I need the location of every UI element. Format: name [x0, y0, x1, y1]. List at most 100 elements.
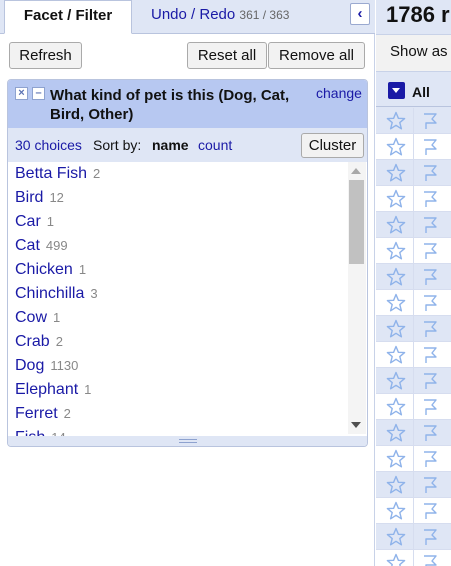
cell-divider: [413, 394, 414, 420]
star-icon[interactable]: [386, 475, 406, 498]
cell-divider: [413, 108, 414, 134]
facet-choice-label: Cat: [15, 237, 40, 254]
flag-icon[interactable]: [420, 111, 440, 134]
facet-choice-item[interactable]: Dog 1130: [15, 357, 78, 381]
table-row: [376, 524, 451, 550]
star-icon[interactable]: [386, 137, 406, 160]
star-icon[interactable]: [386, 527, 406, 550]
table-row: [376, 498, 451, 524]
facet-choice-label: Cow: [15, 309, 48, 326]
scroll-down-icon[interactable]: [351, 422, 361, 428]
star-icon[interactable]: [386, 501, 406, 524]
table-row: [376, 212, 451, 238]
close-facet-icon[interactable]: ×: [15, 87, 28, 100]
facet-choice-item[interactable]: Cow 1: [15, 309, 60, 333]
flag-icon[interactable]: [420, 293, 440, 316]
facet-resize-handle[interactable]: [8, 436, 367, 446]
facet-choice-item[interactable]: Bird 12: [15, 189, 64, 213]
facet-choice-item[interactable]: Chicken 1: [15, 261, 86, 285]
facet-choice-item[interactable]: Fish14: [15, 429, 66, 436]
flag-icon[interactable]: [420, 397, 440, 420]
column-dropdown-icon[interactable]: [388, 82, 405, 99]
facet-controls: 30 choices Sort by: name count Cluster: [8, 128, 367, 162]
facet-choice-count: 12: [49, 190, 64, 205]
facet-choice-label: Ferret: [15, 405, 58, 422]
star-icon[interactable]: [386, 163, 406, 186]
flag-icon[interactable]: [420, 345, 440, 368]
choices-count-link[interactable]: 30 choices: [15, 137, 82, 153]
flag-icon[interactable]: [420, 267, 440, 290]
table-row: [376, 394, 451, 420]
facet-choice-label: Elephant: [15, 381, 79, 398]
tab-facet-filter[interactable]: Facet / Filter: [4, 0, 132, 34]
table-row: [376, 134, 451, 160]
table-row: [376, 472, 451, 498]
facet-choice-item[interactable]: Chinchilla 3: [15, 285, 98, 309]
star-icon[interactable]: [386, 449, 406, 472]
tab-bar: Facet / Filter Undo / Redo 361 / 363 ‹: [0, 0, 375, 34]
facet-choice-item[interactable]: Elephant 1: [15, 381, 91, 405]
star-icon[interactable]: [386, 423, 406, 446]
star-icon[interactable]: [386, 397, 406, 420]
sort-by-name[interactable]: name: [152, 137, 189, 153]
table-row: [376, 550, 451, 566]
flag-icon[interactable]: [420, 241, 440, 264]
star-icon[interactable]: [386, 371, 406, 394]
scroll-up-icon[interactable]: [351, 168, 361, 174]
collapse-panel-button[interactable]: ‹: [350, 3, 370, 25]
cell-divider: [413, 316, 414, 342]
cell-divider: [413, 368, 414, 394]
sort-by-count-link[interactable]: count: [198, 137, 232, 153]
flag-icon[interactable]: [420, 189, 440, 212]
flag-icon[interactable]: [420, 475, 440, 498]
grip-line-top: [179, 439, 197, 440]
grid-rows: [376, 108, 451, 566]
star-icon[interactable]: [386, 241, 406, 264]
table-row: [376, 316, 451, 342]
facet-choice-label: Bird: [15, 189, 44, 206]
scroll-thumb[interactable]: [349, 180, 364, 264]
facet-choice-item[interactable]: Ferret 2: [15, 405, 71, 429]
facet-change-link[interactable]: change: [316, 85, 362, 101]
facet-choice-label: Chinchilla: [15, 285, 85, 302]
all-column-label: All: [412, 84, 430, 100]
star-icon[interactable]: [386, 215, 406, 238]
flag-icon[interactable]: [420, 501, 440, 524]
flag-icon[interactable]: [420, 371, 440, 394]
flag-icon[interactable]: [420, 137, 440, 160]
table-row: [376, 238, 451, 264]
flag-icon[interactable]: [420, 423, 440, 446]
facet-choice-count: 2: [55, 334, 63, 349]
remove-all-button[interactable]: Remove all: [268, 42, 365, 69]
facet-choice-item[interactable]: Crab 2: [15, 333, 63, 357]
flag-icon[interactable]: [420, 215, 440, 238]
facet-choice-item[interactable]: Cat 499: [15, 237, 68, 261]
star-icon[interactable]: [386, 111, 406, 134]
star-icon[interactable]: [386, 267, 406, 290]
cell-divider: [413, 290, 414, 316]
star-icon[interactable]: [386, 293, 406, 316]
cluster-button[interactable]: Cluster: [301, 133, 364, 158]
data-grid-panel: 1786 r Show as All: [376, 0, 451, 566]
facet-choice-item[interactable]: Car 1: [15, 213, 54, 237]
flag-icon[interactable]: [420, 319, 440, 342]
star-icon[interactable]: [386, 553, 406, 566]
table-row: [376, 368, 451, 394]
reset-all-button[interactable]: Reset all: [187, 42, 267, 69]
flag-icon[interactable]: [420, 527, 440, 550]
minimize-facet-icon[interactable]: –: [32, 87, 45, 100]
table-row: [376, 420, 451, 446]
tab-undo-redo[interactable]: Undo / Redo 361 / 363: [151, 0, 289, 34]
facet-choice-item[interactable]: Betta Fish 2: [15, 165, 100, 189]
refresh-button[interactable]: Refresh: [9, 42, 82, 69]
star-icon[interactable]: [386, 345, 406, 368]
star-icon[interactable]: [386, 189, 406, 212]
flag-icon[interactable]: [420, 163, 440, 186]
row-count-header: 1786 r: [386, 2, 450, 27]
flag-icon[interactable]: [420, 449, 440, 472]
cell-divider: [413, 498, 414, 524]
star-icon[interactable]: [386, 319, 406, 342]
facet-scrollbar[interactable]: [348, 162, 366, 434]
flag-icon[interactable]: [420, 553, 440, 566]
cell-divider: [413, 550, 414, 566]
